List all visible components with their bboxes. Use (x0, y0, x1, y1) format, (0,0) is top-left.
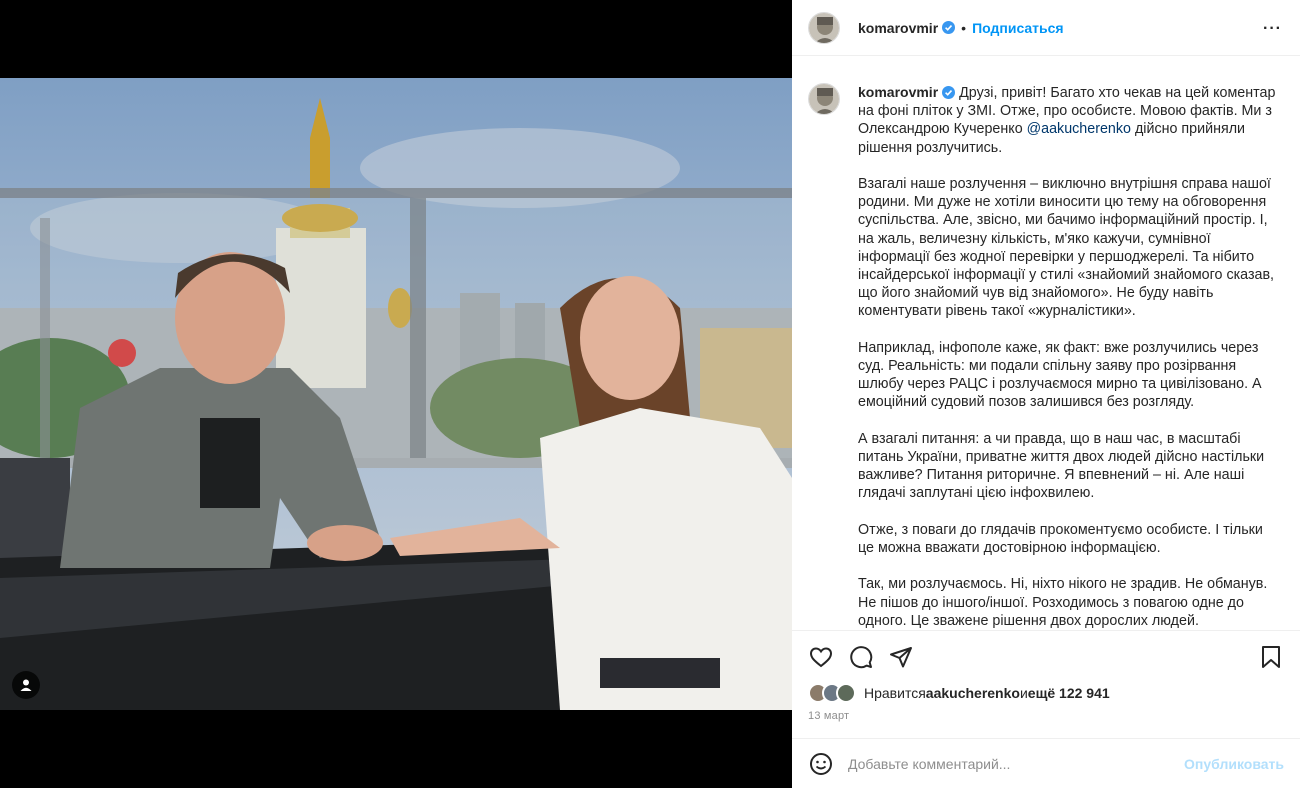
action-bar (792, 630, 1300, 682)
like-avatars (808, 683, 856, 703)
caption-avatar[interactable] (808, 83, 840, 115)
likes-row: Нравится aakucherenko и ещё 122 941 (808, 683, 1284, 703)
caption-row: komarovmir Друзі, привіт! Багато хто чек… (808, 83, 1284, 630)
add-comment-bar: Опубликовать (792, 738, 1300, 788)
author-username[interactable]: komarovmir (858, 20, 938, 36)
caption-text: komarovmir Друзі, привіт! Багато хто чек… (858, 83, 1278, 630)
bookmark-icon[interactable] (1258, 644, 1284, 670)
post-header: komarovmir • Подписаться ··· (792, 0, 1300, 56)
user-tag-icon[interactable] (12, 671, 40, 699)
separator-dot: • (961, 19, 967, 36)
author-avatar[interactable] (808, 11, 840, 44)
mention-link[interactable]: @aakucherenko (1027, 121, 1131, 137)
caption-paragraph: Отже, з поваги до глядачів прокоментуємо… (858, 521, 1263, 557)
caption-paragraph: Взагалі наше розлучення – виключно внутр… (858, 176, 1275, 320)
caption-paragraph: А взагалі питання: а чи правда, що в наш… (858, 430, 1265, 502)
emoji-icon[interactable] (808, 751, 834, 777)
likes-prefix: Нравится (864, 685, 926, 701)
follow-button[interactable]: Подписаться (972, 20, 1064, 36)
caption-paragraph: Так, ми розлучаємось. Ні, ніхто нікого н… (858, 576, 1268, 629)
share-icon[interactable] (888, 644, 914, 670)
verified-icon (942, 86, 956, 99)
post-panel: komarovmir • Подписаться ··· komarovmir … (792, 0, 1300, 788)
verified-icon (942, 21, 956, 34)
avatar (836, 683, 856, 703)
likes-middle: и (1019, 685, 1028, 701)
caption-paragraph: Наприклад, інфополе каже, як факт: вже р… (858, 339, 1262, 411)
caption-area: komarovmir Друзі, привіт! Багато хто чек… (792, 57, 1300, 630)
caption-paragraph: komarovmir Друзі, привіт! Багато хто чек… (858, 83, 1278, 157)
caption-username[interactable]: komarovmir (858, 84, 938, 100)
post-photo[interactable] (0, 78, 792, 710)
post-date[interactable]: 13 март (808, 710, 849, 722)
likes-user[interactable]: aakucherenko (926, 685, 1020, 701)
heart-icon[interactable] (808, 644, 834, 670)
post-media (0, 0, 792, 788)
comment-icon[interactable] (848, 644, 874, 670)
publish-button[interactable]: Опубликовать (1184, 756, 1284, 772)
more-icon[interactable]: ··· (1263, 20, 1282, 38)
likes-count[interactable]: ещё 122 941 (1028, 685, 1110, 701)
comment-input[interactable] (848, 755, 1185, 772)
